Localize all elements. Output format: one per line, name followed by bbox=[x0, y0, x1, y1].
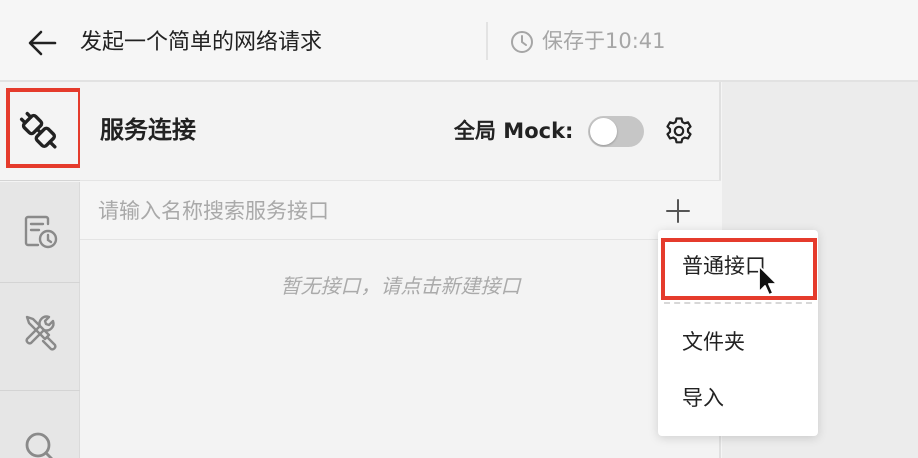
panel-title: 服务连接 bbox=[100, 116, 196, 144]
clock-icon bbox=[511, 31, 533, 53]
history-icon bbox=[24, 215, 58, 249]
cursor-icon bbox=[758, 265, 778, 296]
search-icon bbox=[25, 432, 53, 458]
arrow-left-icon[interactable] bbox=[26, 27, 58, 59]
global-mock-toggle[interactable] bbox=[588, 116, 644, 147]
search-row bbox=[80, 180, 721, 240]
save-status: 保存于10:41 bbox=[542, 29, 666, 53]
service-panel: 服务连接 全局 Mock: 暂无接口，请点击新建接口 bbox=[80, 82, 721, 458]
tools-icon bbox=[25, 315, 57, 351]
rail-divider bbox=[0, 180, 80, 181]
toggle-knob bbox=[590, 118, 617, 145]
rail-item-history[interactable] bbox=[0, 182, 80, 282]
rail-item-search[interactable] bbox=[0, 398, 80, 458]
menu-divider bbox=[664, 302, 812, 304]
gear-icon[interactable] bbox=[664, 116, 694, 146]
menu-item-normal-api[interactable]: 普通接口 bbox=[658, 240, 818, 292]
top-bar: 发起一个简单的网络请求 保存于10:41 bbox=[0, 0, 918, 82]
rail-divider bbox=[0, 390, 80, 391]
rail-item-tools[interactable] bbox=[0, 282, 80, 382]
plus-icon[interactable] bbox=[666, 199, 690, 223]
menu-item-import[interactable]: 导入 bbox=[658, 372, 818, 424]
add-dropdown-menu: 普通接口 文件夹 导入 bbox=[658, 230, 818, 436]
menu-item-folder[interactable]: 文件夹 bbox=[658, 316, 818, 368]
header-divider bbox=[486, 22, 488, 60]
search-input[interactable] bbox=[98, 193, 598, 229]
global-mock-label: 全局 Mock: bbox=[454, 119, 574, 143]
empty-state-text: 暂无接口，请点击新建接口 bbox=[280, 274, 521, 298]
page-title: 发起一个简单的网络请求 bbox=[80, 30, 323, 55]
rail-item-services[interactable] bbox=[0, 82, 80, 182]
plug-icon bbox=[19, 111, 57, 149]
left-rail bbox=[0, 82, 80, 458]
